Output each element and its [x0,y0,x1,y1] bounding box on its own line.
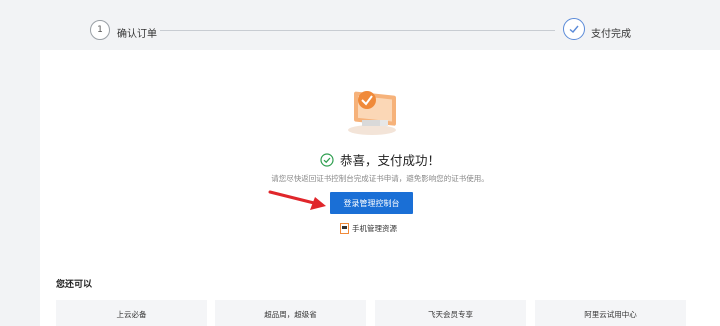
success-check-icon [320,152,334,167]
step-connector [160,30,555,31]
mobile-phone-icon [340,223,349,234]
login-console-button[interactable]: 登录管理控制台 [330,192,413,214]
step-bar: 1 确认订单 支付完成 [0,0,720,52]
tile-super-week[interactable]: 超品周，超级省 [215,300,366,326]
success-row: 恭喜，支付成功！ [40,150,720,169]
step1-label: 确认订单 [117,29,157,40]
mobile-manage-link[interactable]: 手机管理资源 [340,223,397,234]
payment-success-illustration [348,91,396,135]
recommend-tiles: 上云必备 超品周，超级省 飞天会员专享 阿里云试用中心 [56,300,704,326]
success-title: 恭喜，支付成功！ [339,153,440,168]
check-icon [563,18,585,40]
tile-trial-center[interactable]: 阿里云试用中心 [535,300,686,326]
step1-number: 1 [90,20,110,40]
red-arrow-icon [268,190,326,210]
step2-label: 支付完成 [591,29,631,40]
mobile-manage-label: 手机管理资源 [352,224,397,233]
tile-cloud-essentials[interactable]: 上云必备 [56,300,207,326]
also-can-title: 您还可以 [56,280,93,290]
result-card: 恭喜，支付成功！ 请您尽快返回证书控制台完成证书申请，避免影响您的证书使用。 登… [40,50,720,326]
success-hint: 请您尽快返回证书控制台完成证书申请，避免影响您的证书使用。 [271,174,489,183]
tile-member-exclusive[interactable]: 飞天会员专享 [375,300,526,326]
